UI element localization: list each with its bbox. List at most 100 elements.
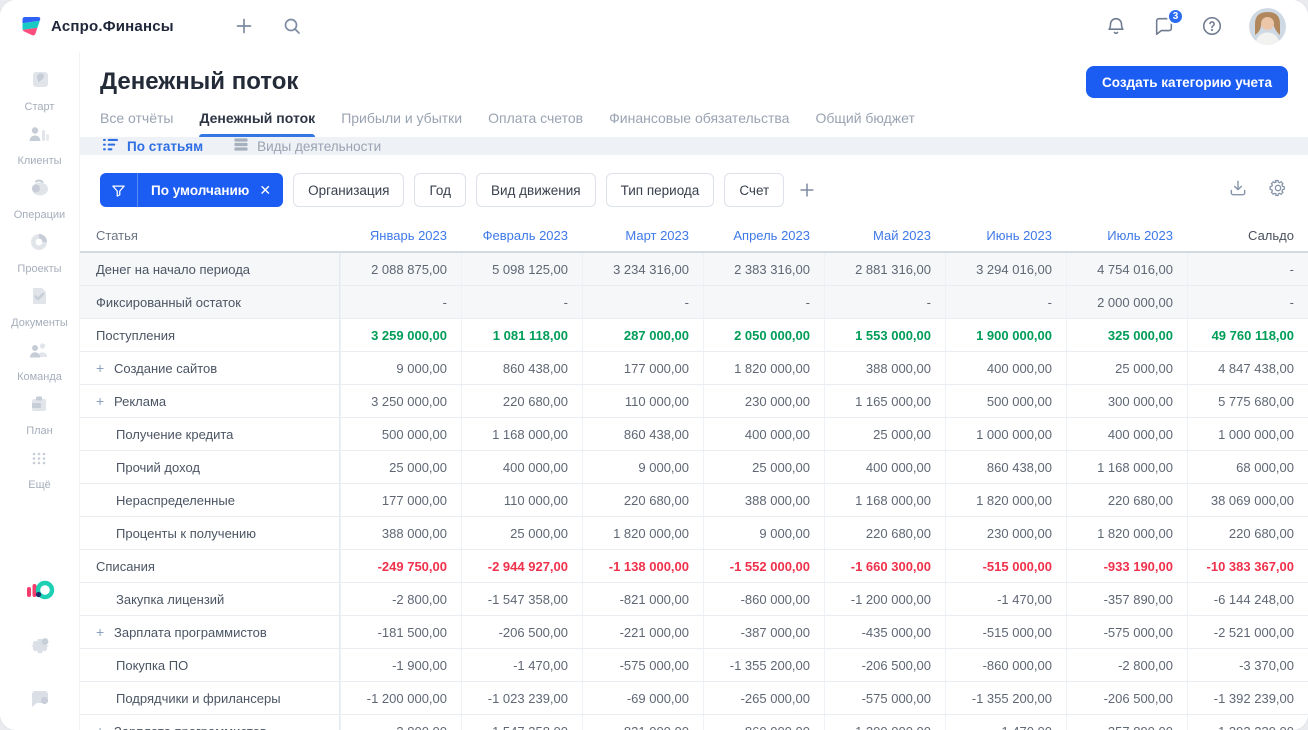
sidebar-item-clients[interactable]: Клиенты <box>11 118 68 172</box>
cell-value: 860 438,00 <box>461 352 582 384</box>
row-label: + Реклама <box>80 385 340 417</box>
sidebar-item-documents[interactable]: Документы <box>11 280 68 334</box>
row-label: +Зарплата программистов <box>80 715 340 730</box>
messages-icon[interactable]: 3 <box>1153 8 1184 37</box>
table-row[interactable]: Нераспределенные 177 000,00 110 000,00 220 … <box>80 484 1308 517</box>
cell-value: - <box>945 286 1066 318</box>
notifications-bell-icon[interactable] <box>1105 15 1127 37</box>
documents-icon <box>27 284 51 313</box>
brand[interactable]: Аспро.Финансы <box>18 14 174 38</box>
cell-value: 500 000,00 <box>945 385 1066 417</box>
cell-value: -2 800,00 <box>340 583 461 615</box>
expand-plus-icon[interactable]: + <box>96 361 106 375</box>
table-row[interactable]: Поступления 3 259 000,00 1 081 118,00 287 0… <box>80 319 1308 352</box>
row-label: Закупка лицензий <box>80 583 340 615</box>
cell-value: 1 820 000,00 <box>703 352 824 384</box>
tab-report[interactable]: Прибыли и убытки <box>341 110 462 137</box>
table-row[interactable]: + Зарплата программистов -181 500,00 -206 5… <box>80 616 1308 649</box>
clear-filter-icon[interactable]: ✕ <box>257 182 283 199</box>
sidebar-item-start[interactable]: Старт <box>11 64 68 118</box>
table-row[interactable]: Фиксированный остаток - - - - - -2 000 000,00- <box>80 286 1308 319</box>
brand-name: Аспро.Финансы <box>51 17 174 35</box>
expand-plus-icon[interactable]: + <box>96 394 106 408</box>
column-month[interactable]: Февраль 2023 <box>461 228 582 243</box>
cell-value: 1 900 000,00 <box>945 319 1066 351</box>
cell-value: 1 820 000,00 <box>1066 517 1187 549</box>
sidebar-item-operations[interactable]: Операции <box>11 172 68 226</box>
filter-chip[interactable]: Год <box>414 173 466 207</box>
sidebar-item-plan[interactable]: План <box>11 388 68 442</box>
table-row[interactable]: Денег на начало периода 2 088 875,00 5 098… <box>80 253 1308 286</box>
cell-value: -6 144 248,00 <box>1187 583 1308 615</box>
download-icon[interactable] <box>1228 178 1248 203</box>
cell-value: 25 000,00 <box>703 451 824 483</box>
settings-gear-icon[interactable] <box>28 634 52 663</box>
table-row[interactable]: Получение кредита 500 000,00 1 168 000,00 8… <box>80 418 1308 451</box>
cell-value: 325 000,00 <box>1066 319 1187 351</box>
subtab[interactable]: По статьям <box>102 137 203 155</box>
tab-active[interactable]: Денежный поток <box>199 110 315 137</box>
cell-value: 1 168 000,00 <box>461 418 582 450</box>
aspro-logo-icon[interactable] <box>25 579 55 610</box>
cell-value: 68 000,00 <box>1187 451 1308 483</box>
cell-value: -1 392 239,00 <box>1187 682 1308 714</box>
table-row[interactable]: Списания -249 750,00 -2 944 927,00 -1 138 0… <box>80 550 1308 583</box>
cell-value: 1 168 000,00 <box>824 484 945 516</box>
table-row[interactable]: Проценты к получению 388 000,00 25 000,00 1… <box>80 517 1308 550</box>
cell-value: -221 000,00 <box>582 616 703 648</box>
cell-value: -933 190,00 <box>1066 550 1187 582</box>
column-month[interactable]: Март 2023 <box>582 228 703 243</box>
sidebar-item-team[interactable]: Команда <box>11 334 68 388</box>
filter-chip[interactable]: Вид движения <box>475 173 596 207</box>
projects-icon <box>27 230 51 259</box>
expand-plus-icon[interactable]: + <box>96 724 106 730</box>
column-month[interactable]: Апрель 2023 <box>703 228 824 243</box>
cell-value: -10 383 367,00 <box>1187 550 1308 582</box>
table-row[interactable]: +Зарплата программистов-3 800,00-1 547 3… <box>80 715 1308 730</box>
active-filter-pill[interactable]: По умолчанию ✕ <box>100 173 284 207</box>
subtab[interactable]: Виды деятельности <box>233 137 381 155</box>
start-icon <box>27 68 51 97</box>
cell-value: 9 000,00 <box>703 517 824 549</box>
row-label: +Зарплата программистов <box>80 616 340 648</box>
filter-chip[interactable]: Счет <box>724 173 785 207</box>
cell-value: -357 890,00 <box>1066 715 1187 730</box>
cell-value: -515 000,00 <box>945 550 1066 582</box>
table-row[interactable]: Покупка ПО -1 900,00 -1 470,00 -575 000,00-… <box>80 649 1308 682</box>
column-month[interactable]: Июль 2023 <box>1066 228 1187 243</box>
add-filter-icon[interactable] <box>798 181 816 199</box>
table-row[interactable]: Закупка лицензий -2 800,00 -1 547 358,00 -8… <box>80 583 1308 616</box>
cell-value: -1 547 358,00 <box>461 715 582 730</box>
column-month[interactable]: Июнь 2023 <box>945 228 1066 243</box>
tab-report[interactable]: Все отчёты <box>100 110 173 137</box>
sidebar-item-more[interactable]: Ещё <box>11 442 68 496</box>
cell-value: 388 000,00 <box>340 517 461 549</box>
create-category-button[interactable]: Создать категорию учета <box>1086 66 1288 98</box>
filter-chip[interactable]: Тип периода <box>605 173 715 207</box>
tab-report[interactable]: Общий бюджет <box>815 110 914 137</box>
cell-value: 1 168 000,00 <box>1066 451 1187 483</box>
report-tabs: Все отчёты Денежный поток Прибыли и убытки… <box>100 110 1288 137</box>
create-plus-icon[interactable] <box>234 16 254 36</box>
table-row[interactable]: + Реклама 3 250 000,00 220 680,00 110 000,00… <box>80 385 1308 418</box>
cell-value: 9 000,00 <box>582 451 703 483</box>
sidebar-item-label: Команда <box>17 371 62 383</box>
cell-value: -575 000,00 <box>1066 616 1187 648</box>
help-icon[interactable] <box>1201 15 1223 37</box>
sidebar-item-projects[interactable]: Проекты <box>11 226 68 280</box>
search-icon[interactable] <box>282 16 302 36</box>
filter-chip[interactable]: Организация <box>293 173 405 207</box>
tab-report[interactable]: Финансовые обязательства <box>609 110 789 137</box>
table-row[interactable]: + Создание сайтов 9 000,00 860 438,00 177 00… <box>80 352 1308 385</box>
table-row[interactable]: Прочий доход 25 000,00 400 000,00 9 000,00 2… <box>80 451 1308 484</box>
column-month[interactable]: Январь 2023 <box>340 228 461 243</box>
rows-icon <box>233 137 249 155</box>
tab-report[interactable]: Оплата счетов <box>488 110 583 137</box>
user-avatar[interactable] <box>1249 7 1286 45</box>
expand-plus-icon[interactable]: + <box>96 625 106 639</box>
table-settings-gear-icon[interactable] <box>1268 178 1288 203</box>
column-month[interactable]: Май 2023 <box>824 228 945 243</box>
cell-value: -1 200 000,00 <box>340 682 461 714</box>
table-row[interactable]: Подрядчики и фрилансеры -1 200 000,00 -1 0… <box>80 682 1308 715</box>
support-chat-icon[interactable] <box>28 687 52 716</box>
